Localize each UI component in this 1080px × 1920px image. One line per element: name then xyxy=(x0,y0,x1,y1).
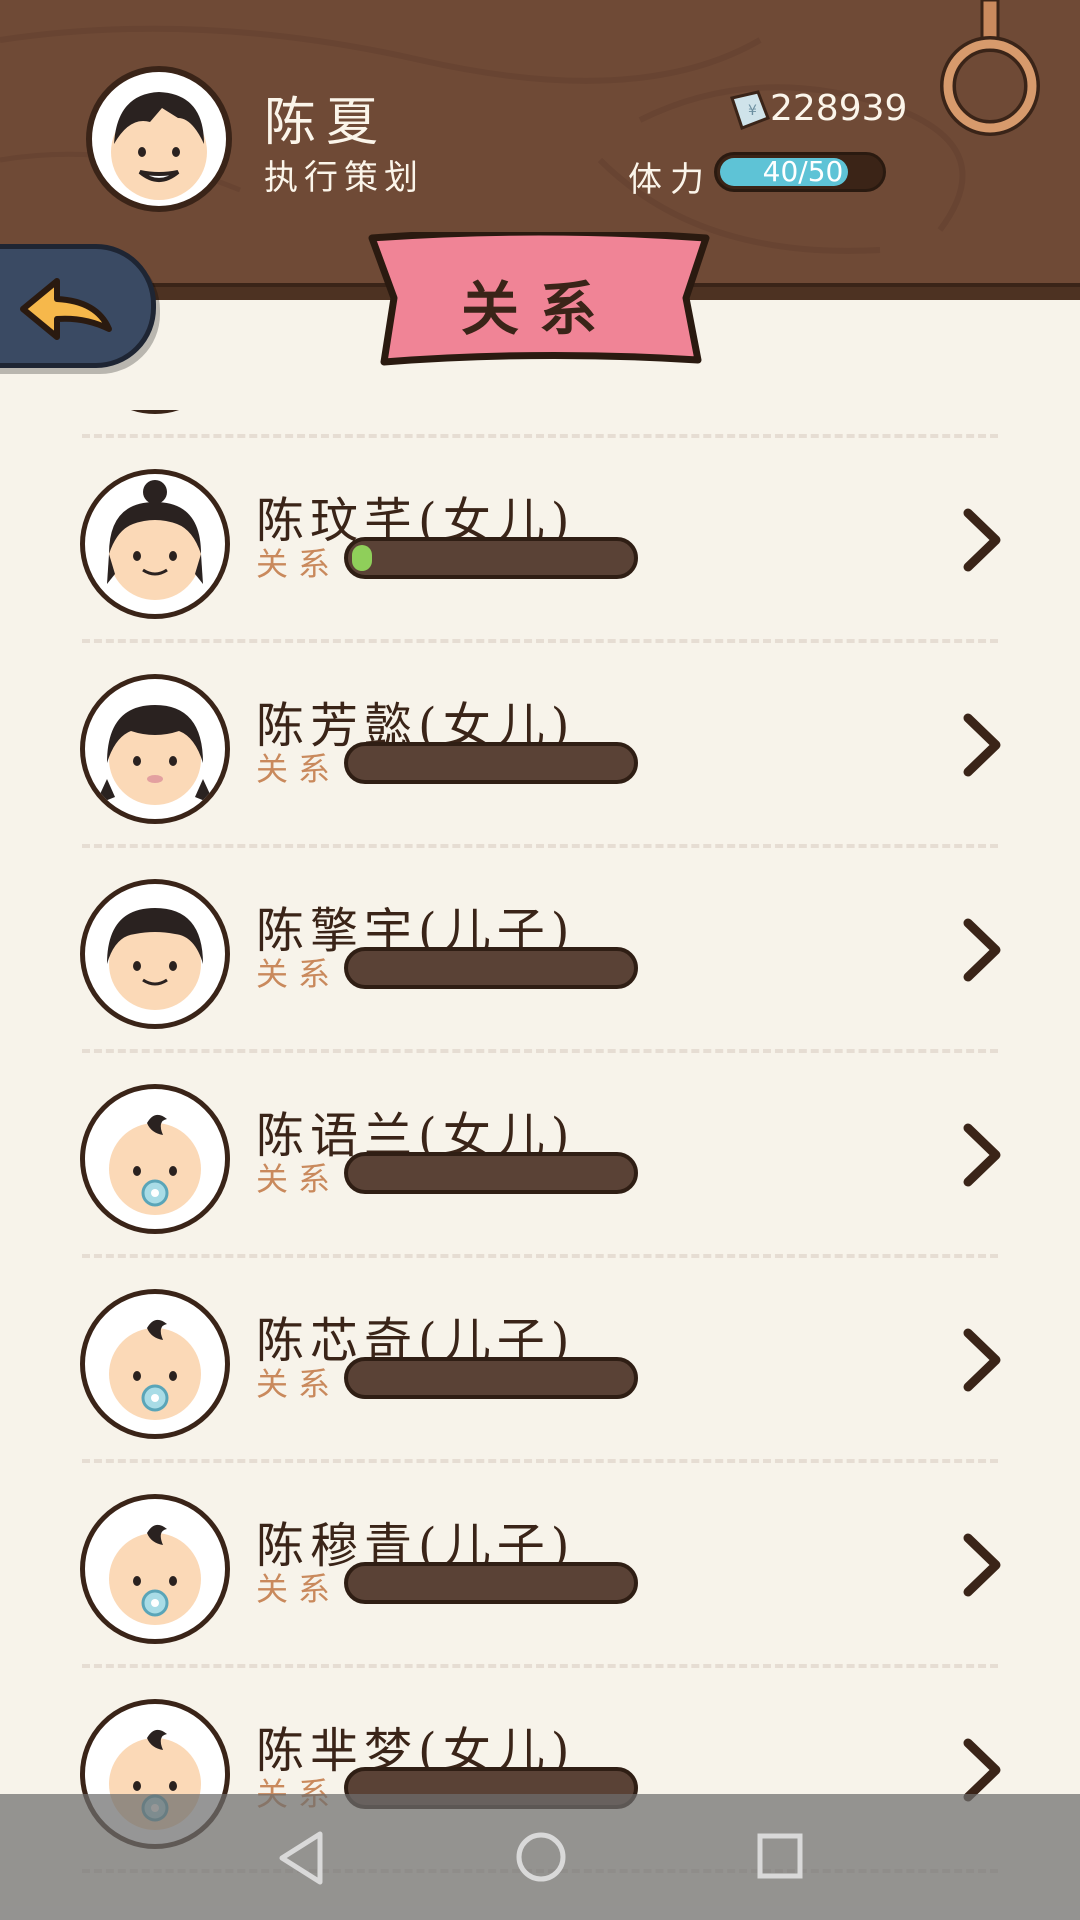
money-icon: ¥ xyxy=(730,90,770,130)
relation-fill xyxy=(352,545,372,571)
relation-label: 关系 xyxy=(256,750,341,788)
girl-bun-face-icon xyxy=(80,469,230,619)
back-button[interactable] xyxy=(0,244,156,368)
relation-row[interactable]: 陈语兰(女儿) 关系 xyxy=(0,1054,1080,1259)
money-value: 228939 xyxy=(770,88,908,129)
row-divider xyxy=(82,1459,998,1463)
chevron-right-icon[interactable] xyxy=(958,1327,1004,1393)
relation-label: 关系 xyxy=(256,1365,341,1403)
page-title: 关系 xyxy=(460,275,617,343)
system-nav-bar xyxy=(0,1794,1080,1920)
relation-row[interactable]: 陈玟芊(女儿) 关系 xyxy=(0,439,1080,644)
girl-pigtails-face-icon xyxy=(80,674,230,824)
relation-bar xyxy=(344,742,638,784)
player-avatar[interactable] xyxy=(86,66,232,212)
relation-bar xyxy=(344,947,638,989)
chevron-right-icon[interactable] xyxy=(958,1122,1004,1188)
row-divider xyxy=(82,844,998,848)
row-divider xyxy=(82,434,998,438)
relation-row[interactable]: 陈芳懿(女儿) 关系 xyxy=(0,644,1080,849)
adult-face-icon xyxy=(80,410,230,414)
relation-row[interactable]: 关系 xyxy=(0,410,1080,439)
pull-ring-icon[interactable] xyxy=(930,0,1050,140)
row-divider xyxy=(82,639,998,643)
boy-face-icon xyxy=(80,879,230,1029)
stamina-bar: 40/50 xyxy=(714,152,886,192)
relations-list[interactable]: 关系陈玟芊(女儿)关系陈芳懿(女儿)关系陈擎宇(儿子)关系陈语兰(女儿)关系陈芯… xyxy=(0,410,1080,1920)
stamina-text: 40/50 xyxy=(762,155,844,188)
back-arrow-icon xyxy=(20,278,112,340)
chevron-right-icon[interactable] xyxy=(958,712,1004,778)
nav-back-icon[interactable] xyxy=(276,1830,326,1886)
relation-row[interactable]: 陈穆青(儿子) 关系 xyxy=(0,1464,1080,1669)
relation-label: 关系 xyxy=(256,545,341,583)
baby-pacifier-face-icon xyxy=(80,1084,230,1234)
relation-bar xyxy=(344,1152,638,1194)
nav-recent-icon[interactable] xyxy=(756,1832,804,1880)
relation-row[interactable]: 陈擎宇(儿子) 关系 xyxy=(0,849,1080,1054)
relation-label: 关系 xyxy=(256,955,341,993)
baby-pacifier-face-icon xyxy=(80,1289,230,1439)
row-divider xyxy=(82,1049,998,1053)
nav-home-icon[interactable] xyxy=(514,1830,568,1884)
relation-label: 关系 xyxy=(256,1570,341,1608)
chevron-right-icon[interactable] xyxy=(958,917,1004,983)
svg-text:¥: ¥ xyxy=(748,103,757,119)
chevron-right-icon[interactable] xyxy=(958,507,1004,573)
player-name: 陈夏 xyxy=(264,93,389,153)
relation-bar xyxy=(344,1357,638,1399)
row-divider xyxy=(82,1254,998,1258)
row-divider xyxy=(82,1664,998,1668)
player-title: 执行策划 xyxy=(264,158,424,198)
relation-bar xyxy=(344,1562,638,1604)
relation-bar xyxy=(344,537,638,579)
stamina-label: 体力 xyxy=(628,160,712,200)
chevron-right-icon[interactable] xyxy=(958,1532,1004,1598)
baby-pacifier-face-icon xyxy=(80,1494,230,1644)
relation-label: 关系 xyxy=(256,1160,341,1198)
relation-row[interactable]: 陈芯奇(儿子) 关系 xyxy=(0,1259,1080,1464)
